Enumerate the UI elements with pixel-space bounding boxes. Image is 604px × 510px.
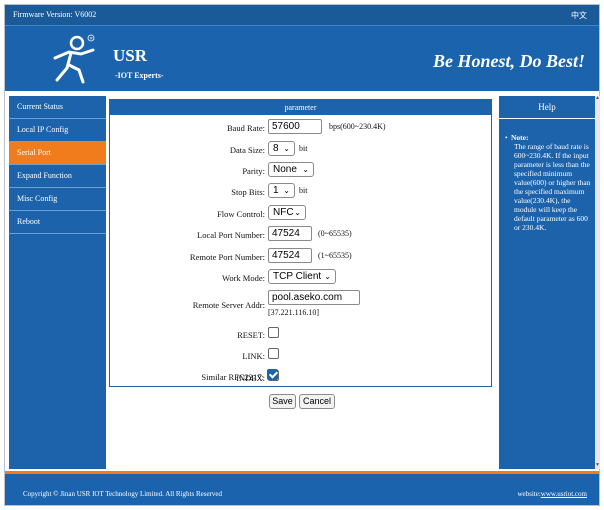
baud-rate-row: Baud Rate: 57600 bps(600~230.4K) <box>110 118 491 138</box>
sidebar-item-current-status[interactable]: Current Status <box>9 96 106 119</box>
data-size-select[interactable]: 8 ⌄ <box>268 141 295 156</box>
baud-rate-range: bps(600~230.4K) <box>329 122 386 131</box>
header-banner: R USR -IOT Experts- Be Honest, Do Best! <box>5 25 599 91</box>
data-size-unit: bit <box>299 144 308 153</box>
sidebar-nav: Current Status Local IP Config Serial Po… <box>9 96 106 469</box>
reset-row: RESET: <box>110 325 491 345</box>
remote-port-label: Remote Port Number: <box>189 252 265 262</box>
stop-bits-value: 1 <box>273 185 279 196</box>
brand-name: USR <box>113 46 148 65</box>
language-switch-link[interactable]: 中文 <box>571 10 587 21</box>
stop-bits-row: Stop Bits: 1 ⌄ bit <box>110 182 491 202</box>
help-note-label: Note: <box>511 133 529 142</box>
sidebar-item-misc-config[interactable]: Misc Config <box>9 188 106 211</box>
chevron-down-icon: ⌄ <box>324 272 331 281</box>
work-mode-label: Work Mode: <box>222 273 265 283</box>
flow-control-value: NFC <box>273 207 294 218</box>
remote-port-input[interactable]: 47524 <box>268 248 312 263</box>
flow-control-select[interactable]: NFC ⌄ <box>268 205 306 220</box>
stop-bits-label: Stop Bits: <box>231 187 265 197</box>
help-note-text: The range of baud rate is 600~230.4K. If… <box>514 142 591 232</box>
remote-server-input[interactable]: pool.aseko.com <box>268 290 360 305</box>
brand-tagline: -IOT Experts- <box>115 71 164 80</box>
footer: Copyright © Jinan USR IOT Technology Lim… <box>5 474 599 505</box>
rfc2217-row: Similar RFC2217: <box>109 367 490 387</box>
local-port-input[interactable]: 47524 <box>268 226 312 241</box>
help-body: • Note: The range of baud rate is 600~230… <box>499 119 595 232</box>
parameter-panel: parameter Baud Rate: 57600 bps(600~230.4… <box>109 99 492 387</box>
remote-server-row: Remote Server Addr: pool.aseko.com [37.2… <box>110 289 491 323</box>
data-size-row: Data Size: 8 ⌄ bit <box>110 140 491 160</box>
chevron-down-icon: ⌄ <box>302 165 309 174</box>
data-size-value: 8 <box>273 143 279 154</box>
work-mode-select[interactable]: TCP Client ⌄ <box>268 269 336 284</box>
chevron-down-icon: ⌄ <box>283 144 290 153</box>
sidebar-item-expand-function[interactable]: Expand Function <box>9 165 106 188</box>
stop-bits-select[interactable]: 1 ⌄ <box>268 183 295 198</box>
parity-row: Parity: None ⌄ <box>110 161 491 181</box>
scrollbar[interactable]: ▲ ▼ <box>595 96 600 469</box>
link-label: LINK: <box>242 351 265 361</box>
remote-server-resolved-ip: [37.221.116.10] <box>268 308 320 317</box>
local-port-range: (0~65535) <box>318 229 352 238</box>
help-panel: Help • Note: The range of baud rate is 60… <box>499 96 595 469</box>
panel-title: parameter <box>110 100 491 115</box>
parity-select[interactable]: None ⌄ <box>268 162 314 177</box>
sidebar-item-local-ip-config[interactable]: Local IP Config <box>9 119 106 142</box>
work-mode-value: TCP Client <box>273 271 322 282</box>
cancel-button[interactable]: Cancel <box>299 394 335 409</box>
parity-label: Parity: <box>242 166 265 176</box>
page-frame: Firmware Version: V6002 中文 R USR -IOT Ex… <box>4 4 600 506</box>
slogan: Be Honest, Do Best! <box>432 51 585 71</box>
chevron-down-icon: ⌄ <box>283 186 290 195</box>
baud-rate-label: Baud Rate: <box>226 123 265 133</box>
sidebar-item-serial-port[interactable]: Serial Port <box>9 142 106 165</box>
local-port-row: Local Port Number: 47524 (0~65535) <box>110 225 491 245</box>
reset-checkbox[interactable] <box>268 327 279 338</box>
flow-control-label: Flow Control: <box>217 209 265 219</box>
scroll-up-icon[interactable]: ▲ <box>595 96 600 102</box>
stop-bits-unit: bit <box>299 186 308 195</box>
parity-value: None <box>273 164 297 175</box>
help-title: Help <box>499 96 595 119</box>
scroll-down-icon[interactable]: ▼ <box>595 463 600 469</box>
remote-port-row: Remote Port Number: 47524 (1~65535) <box>110 247 491 267</box>
baud-rate-input[interactable]: 57600 <box>268 119 322 134</box>
website-info: website:www.usriot.com <box>517 490 587 498</box>
copyright-text: Copyright © Jinan USR IOT Technology Lim… <box>23 490 223 498</box>
website-link[interactable]: www.usriot.com <box>541 490 587 498</box>
chevron-down-icon: ⌄ <box>294 208 301 217</box>
usr-runner-logo-icon: R <box>53 34 95 84</box>
work-mode-row: Work Mode: TCP Client ⌄ <box>110 268 491 288</box>
main-content: parameter Baud Rate: 57600 bps(600~230.4… <box>107 96 496 469</box>
top-bar: Firmware Version: V6002 中文 <box>5 5 599 25</box>
save-button[interactable]: Save <box>269 394 296 409</box>
sidebar-item-reboot[interactable]: Reboot <box>9 211 106 234</box>
firmware-version: Firmware Version: V6002 <box>13 10 97 19</box>
data-size-label: Data Size: <box>229 145 265 155</box>
rfc2217-label: Similar RFC2217: <box>201 372 264 382</box>
flow-control-row: Flow Control: NFC ⌄ <box>110 204 491 224</box>
reset-label: RESET: <box>237 330 265 340</box>
svg-text:R: R <box>90 36 93 41</box>
website-label: website: <box>517 490 541 498</box>
local-port-label: Local Port Number: <box>197 230 265 240</box>
link-row: LINK: <box>110 346 491 366</box>
rfc2217-checkbox[interactable] <box>267 369 278 380</box>
link-checkbox[interactable] <box>268 348 279 359</box>
remote-port-range: (1~65535) <box>318 251 352 260</box>
remote-server-label: Remote Server Addr: <box>192 300 265 310</box>
